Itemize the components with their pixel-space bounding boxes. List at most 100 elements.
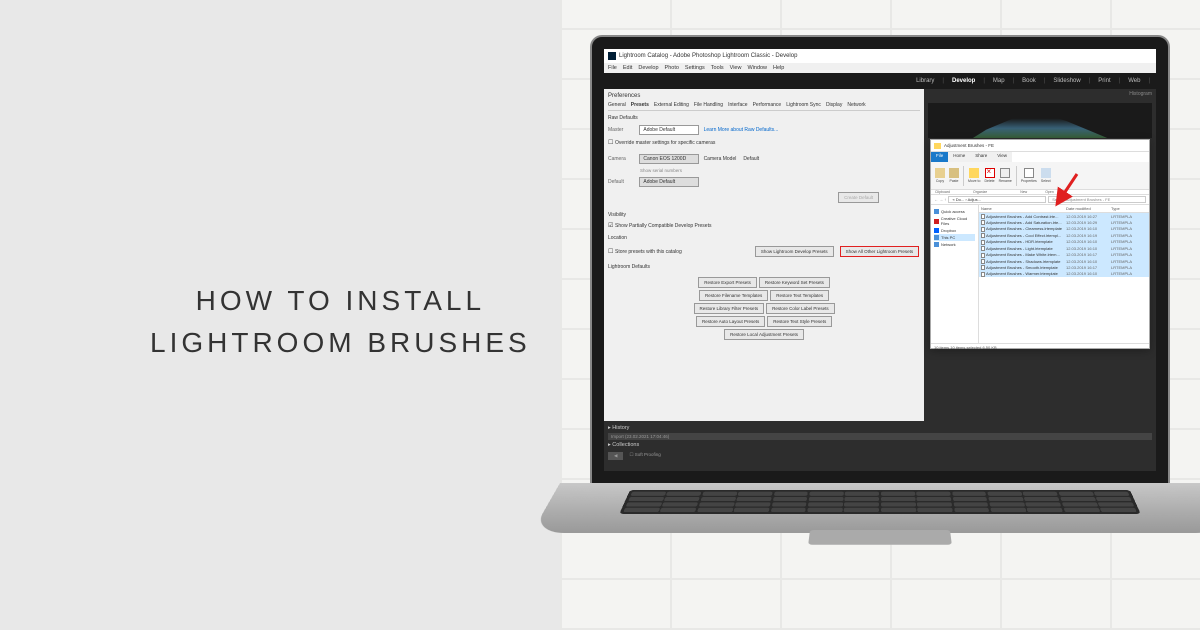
sidebar-quick-access[interactable]: Quick access	[934, 208, 975, 215]
prefs-tab-general[interactable]: General	[608, 102, 626, 108]
menu-settings[interactable]: Settings	[685, 65, 705, 71]
history-item[interactable]: Import (23.02.2021 17:04:46)	[608, 433, 1152, 440]
restore-button[interactable]: Restore Library Filter Presets	[694, 303, 765, 314]
default-label: Default	[608, 179, 638, 185]
visibility-checkbox[interactable]: Show Partially Compatible Develop Preset…	[608, 222, 920, 229]
module-library[interactable]: Library	[916, 78, 934, 84]
camera-default-label: Default	[743, 156, 759, 162]
search-box[interactable]: Search Adjustment Brushes - FE	[1048, 196, 1146, 203]
explorer-sidebar[interactable]: Quick accessCreative Cloud FilesDropboxT…	[931, 205, 979, 343]
file-row[interactable]: Adjustment Brushes - Smooth.lrtemplate12…	[979, 265, 1149, 271]
file-row[interactable]: Adjustment Brushes - Add Saturation.lrte…	[979, 219, 1149, 225]
module-map[interactable]: Map	[993, 78, 1005, 84]
create-default-button[interactable]: Create Default	[838, 192, 879, 203]
show-serial[interactable]: Show serial numbers	[640, 168, 920, 173]
explorer-titlebar[interactable]: Adjustment Brushes - FE	[931, 140, 1149, 152]
restore-button[interactable]: Restore Text Templates	[770, 290, 829, 301]
menu-help[interactable]: Help	[773, 65, 784, 71]
col-type[interactable]: Type	[1111, 206, 1120, 211]
sidebar-this-pc[interactable]: This PC	[934, 234, 975, 241]
camera-model-label: Camera Model	[704, 156, 737, 162]
learn-more-link[interactable]: Learn More about Raw Defaults...	[704, 127, 779, 133]
restore-button[interactable]: Restore Text Style Presets	[767, 316, 832, 327]
prefs-tab-lightroom-sync[interactable]: Lightroom Sync	[786, 102, 821, 108]
toolbar-item[interactable]: ◀	[608, 452, 623, 460]
history-panel-header[interactable]: ▸ History	[608, 425, 1152, 431]
module-web[interactable]: Web	[1128, 78, 1140, 84]
copy-button[interactable]: Copy	[935, 168, 945, 183]
restore-button[interactable]: Restore Auto Layout Presets	[696, 316, 765, 327]
ribbon-group-new: New	[1020, 190, 1027, 194]
col-name[interactable]: Name	[981, 206, 1066, 211]
prefs-tab-interface[interactable]: Interface	[728, 102, 747, 108]
prefs-tab-presets[interactable]: Presets	[631, 102, 649, 108]
histogram	[928, 103, 1152, 138]
restore-button[interactable]: Restore Color Label Presets	[766, 303, 835, 314]
restore-button[interactable]: Restore Keyword Set Presets	[759, 277, 830, 288]
menu-tools[interactable]: Tools	[711, 65, 724, 71]
sidebar-creative-cloud-files[interactable]: Creative Cloud Files	[934, 215, 975, 227]
file-row[interactable]: Adjustment Brushes - Shadows.lrtemplate1…	[979, 258, 1149, 264]
explorer-address-bar[interactable]: ← → ↑ « Do... › Adjus... Search Adjustme…	[931, 195, 1149, 205]
prefs-tab-performance[interactable]: Performance	[753, 102, 782, 108]
module-print[interactable]: Print	[1098, 78, 1110, 84]
file-row[interactable]: Adjustment Brushes - Make White.lrtem...…	[979, 252, 1149, 258]
show-develop-presets-button[interactable]: Show Lightroom Develop Presets	[755, 246, 834, 257]
file-row[interactable]: Adjustment Brushes - Cool Effect.lrtempl…	[979, 232, 1149, 238]
menu-edit[interactable]: Edit	[623, 65, 632, 71]
delete-button[interactable]: ×Delete	[984, 168, 994, 183]
explorer-tab-file[interactable]: File	[931, 152, 948, 162]
default-dropdown[interactable]: Adobe Default	[639, 177, 699, 187]
rename-button[interactable]: Rename	[999, 168, 1012, 183]
file-row[interactable]: Adjustment Brushes - Clearness.lrtemplat…	[979, 226, 1149, 232]
override-checkbox[interactable]: Override master settings for specific ca…	[608, 139, 920, 146]
address-path[interactable]: « Do... › Adjus...	[948, 196, 1046, 203]
show-all-presets-button[interactable]: Show All Other Lightroom Presets	[840, 246, 920, 257]
col-date[interactable]: Date modified	[1066, 206, 1111, 211]
lightroom-menubar[interactable]: File Edit Develop Photo Settings Tools View Win…	[604, 63, 1156, 73]
menu-develop[interactable]: Develop	[638, 65, 658, 71]
explorer-tab-share[interactable]: Share	[970, 152, 992, 162]
properties-button[interactable]: Properties	[1021, 168, 1037, 183]
menu-window[interactable]: Window	[747, 65, 767, 71]
explorer-file-list[interactable]: Name Date modified Type Adjustment Brush…	[979, 205, 1149, 343]
file-row[interactable]: Adjustment Brushes - Warmer.lrtemplate12…	[979, 271, 1149, 277]
menu-photo[interactable]: Photo	[665, 65, 679, 71]
restore-button[interactable]: Restore Export Presets	[698, 277, 757, 288]
explorer-ribbon[interactable]: Copy Paste Move to ×Delete Rename Proper…	[931, 162, 1149, 190]
file-row[interactable]: Adjustment Brushes - HDR.lrtemplate12.03…	[979, 239, 1149, 245]
master-dropdown[interactable]: Adobe Default	[639, 125, 699, 135]
laptop-touchpad	[808, 530, 952, 545]
soft-proofing-toggle[interactable]: ☐ Soft Proofing	[629, 452, 660, 460]
prefs-tab-network[interactable]: Network	[847, 102, 865, 108]
restore-button[interactable]: Restore Local Adjustment Presets	[724, 329, 804, 340]
explorer-tab-view[interactable]: View	[992, 152, 1012, 162]
menu-view[interactable]: View	[730, 65, 742, 71]
moveto-button[interactable]: Move to	[968, 168, 980, 183]
lightroom-module-picker[interactable]: Library|Develop|Map|Book|Slideshow|Print…	[604, 73, 1156, 89]
explorer-tab-home[interactable]: Home	[948, 152, 970, 162]
file-row[interactable]: Adjustment Brushes - Light.lrtemplate12.…	[979, 245, 1149, 251]
restore-button[interactable]: Restore Filename Templates	[699, 290, 768, 301]
explorer-statusbar: 10 items 10 items selected 6.50 KB	[931, 343, 1149, 353]
location-checkbox[interactable]: Store presets with this catalog	[608, 248, 750, 255]
sidebar-network[interactable]: Network	[934, 241, 975, 248]
prefs-title: Preferences	[608, 93, 920, 99]
menu-file[interactable]: File	[608, 65, 617, 71]
prefs-tab-file-handling[interactable]: File Handling	[694, 102, 723, 108]
explorer-title: Adjustment Brushes - FE	[944, 143, 994, 148]
module-book[interactable]: Book	[1022, 78, 1036, 84]
explorer-ribbon-tabs[interactable]: FileHomeShareView	[931, 152, 1149, 162]
prefs-tabs[interactable]: General Presets External Editing File Handl…	[608, 102, 920, 111]
camera-dropdown[interactable]: Canon EOS 1200D	[639, 154, 699, 164]
module-develop[interactable]: Develop	[952, 78, 975, 84]
collections-panel-header[interactable]: ▸ Collections	[608, 442, 1152, 448]
sidebar-dropbox[interactable]: Dropbox	[934, 227, 975, 234]
select-button[interactable]: Select	[1041, 168, 1051, 183]
prefs-tab-external-editing[interactable]: External Editing	[654, 102, 689, 108]
module-slideshow[interactable]: Slideshow	[1053, 78, 1080, 84]
prefs-tab-display[interactable]: Display	[826, 102, 842, 108]
file-row[interactable]: Adjustment Brushes - Add Contrast.lrte..…	[979, 213, 1149, 219]
column-headers[interactable]: Name Date modified Type	[979, 205, 1149, 213]
paste-button[interactable]: Paste	[949, 168, 959, 183]
